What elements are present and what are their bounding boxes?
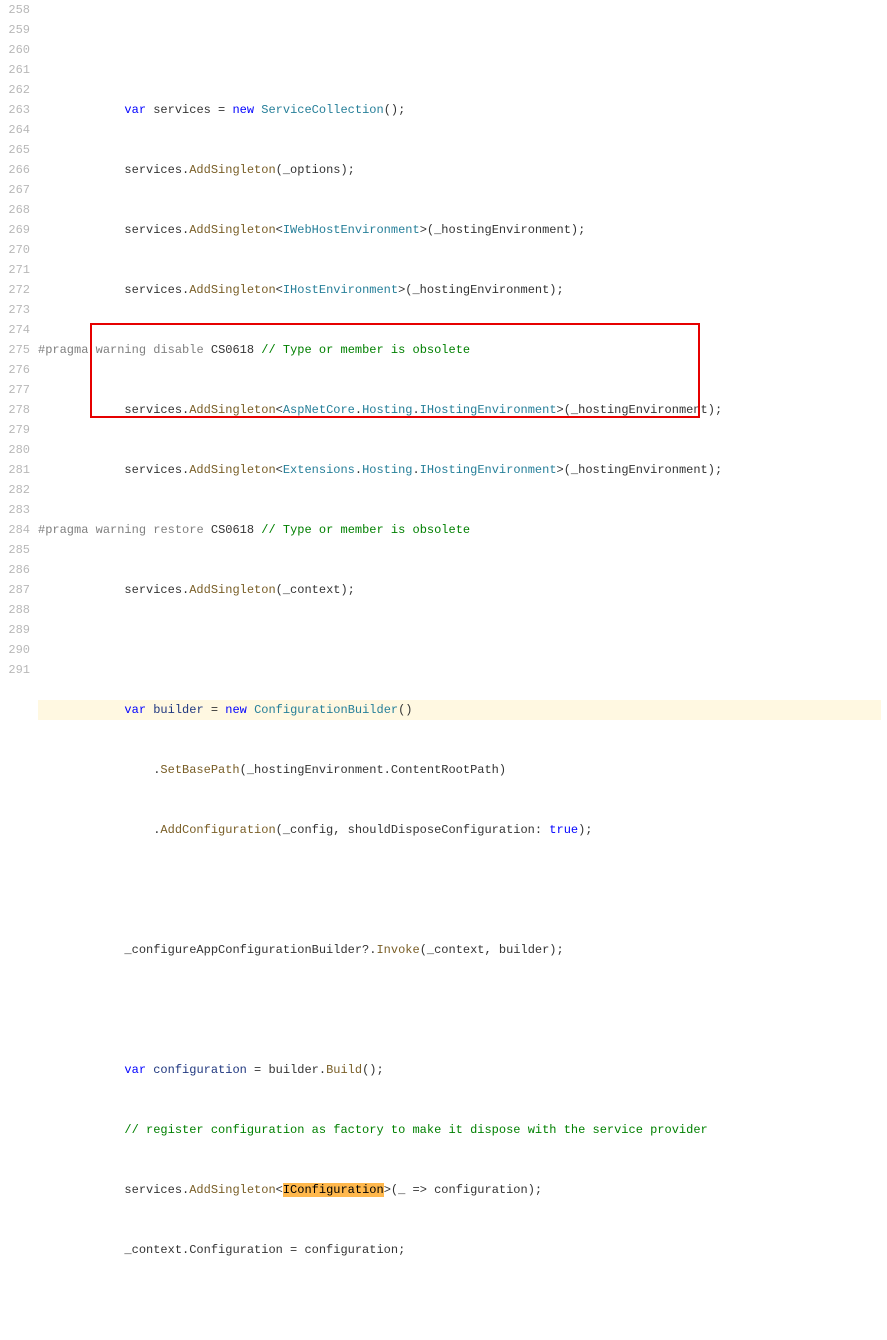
line-number: 289	[0, 620, 30, 640]
line-number: 290	[0, 640, 30, 660]
code-line: services.AddSingleton<IHostEnvironment>(…	[38, 280, 883, 300]
line-number: 275	[0, 340, 30, 360]
code-line	[38, 1000, 883, 1020]
line-number: 258	[0, 0, 30, 20]
code-line-highlighted: var builder = new ConfigurationBuilder()	[38, 700, 881, 720]
line-number: 260	[0, 40, 30, 60]
code-line: services.AddSingleton<Extensions.Hosting…	[38, 460, 883, 480]
line-number: 277	[0, 380, 30, 400]
line-number: 284	[0, 520, 30, 540]
line-number: 279	[0, 420, 30, 440]
highlighted-token: IConfiguration	[283, 1183, 384, 1197]
line-number: 291	[0, 660, 30, 680]
line-number: 265	[0, 140, 30, 160]
line-number: 281	[0, 460, 30, 480]
code-line: .SetBasePath(_hostingEnvironment.Content…	[38, 760, 883, 780]
line-number: 278	[0, 400, 30, 420]
code-line: var configuration = builder.Build();	[38, 1060, 883, 1080]
code-view: 258 259 260 261 262 263 264 265 266 267 …	[0, 0, 887, 1340]
line-number: 266	[0, 160, 30, 180]
line-number: 267	[0, 180, 30, 200]
line-number: 261	[0, 60, 30, 80]
line-number: 288	[0, 600, 30, 620]
line-number: 276	[0, 360, 30, 380]
code-line: services.AddSingleton<AspNetCore.Hosting…	[38, 400, 883, 420]
line-number: 264	[0, 120, 30, 140]
code-line: .AddConfiguration(_config, shouldDispose…	[38, 820, 883, 840]
code-line: // register configuration as factory to …	[38, 1120, 883, 1140]
line-number: 283	[0, 500, 30, 520]
line-number-gutter: 258 259 260 261 262 263 264 265 266 267 …	[0, 0, 38, 1340]
line-number: 263	[0, 100, 30, 120]
line-number: 286	[0, 560, 30, 580]
line-number: 274	[0, 320, 30, 340]
code-line: #pragma warning restore CS0618 // Type o…	[38, 520, 883, 540]
code-line: #pragma warning disable CS0618 // Type o…	[38, 340, 883, 360]
line-number: 285	[0, 540, 30, 560]
line-number: 282	[0, 480, 30, 500]
code-line: _context.Configuration = configuration;	[38, 1240, 883, 1260]
line-number: 272	[0, 280, 30, 300]
line-number: 268	[0, 200, 30, 220]
line-number: 262	[0, 80, 30, 100]
line-number: 280	[0, 440, 30, 460]
line-number: 271	[0, 260, 30, 280]
code-line: services.AddSingleton<IWebHostEnvironmen…	[38, 220, 883, 240]
code-line: var services = new ServiceCollection();	[38, 100, 883, 120]
code-line	[38, 1300, 883, 1320]
code-line	[38, 640, 883, 660]
code-line: _configureAppConfigurationBuilder?.Invok…	[38, 940, 883, 960]
line-number: 270	[0, 240, 30, 260]
code-body[interactable]: var services = new ServiceCollection(); …	[38, 0, 887, 1340]
code-line	[38, 880, 883, 900]
line-number: 287	[0, 580, 30, 600]
code-line: services.AddSingleton<IConfiguration>(_ …	[38, 1180, 883, 1200]
code-line: services.AddSingleton(_context);	[38, 580, 883, 600]
line-number: 269	[0, 220, 30, 240]
line-number: 273	[0, 300, 30, 320]
line-number: 259	[0, 20, 30, 40]
code-line: services.AddSingleton(_options);	[38, 160, 883, 180]
